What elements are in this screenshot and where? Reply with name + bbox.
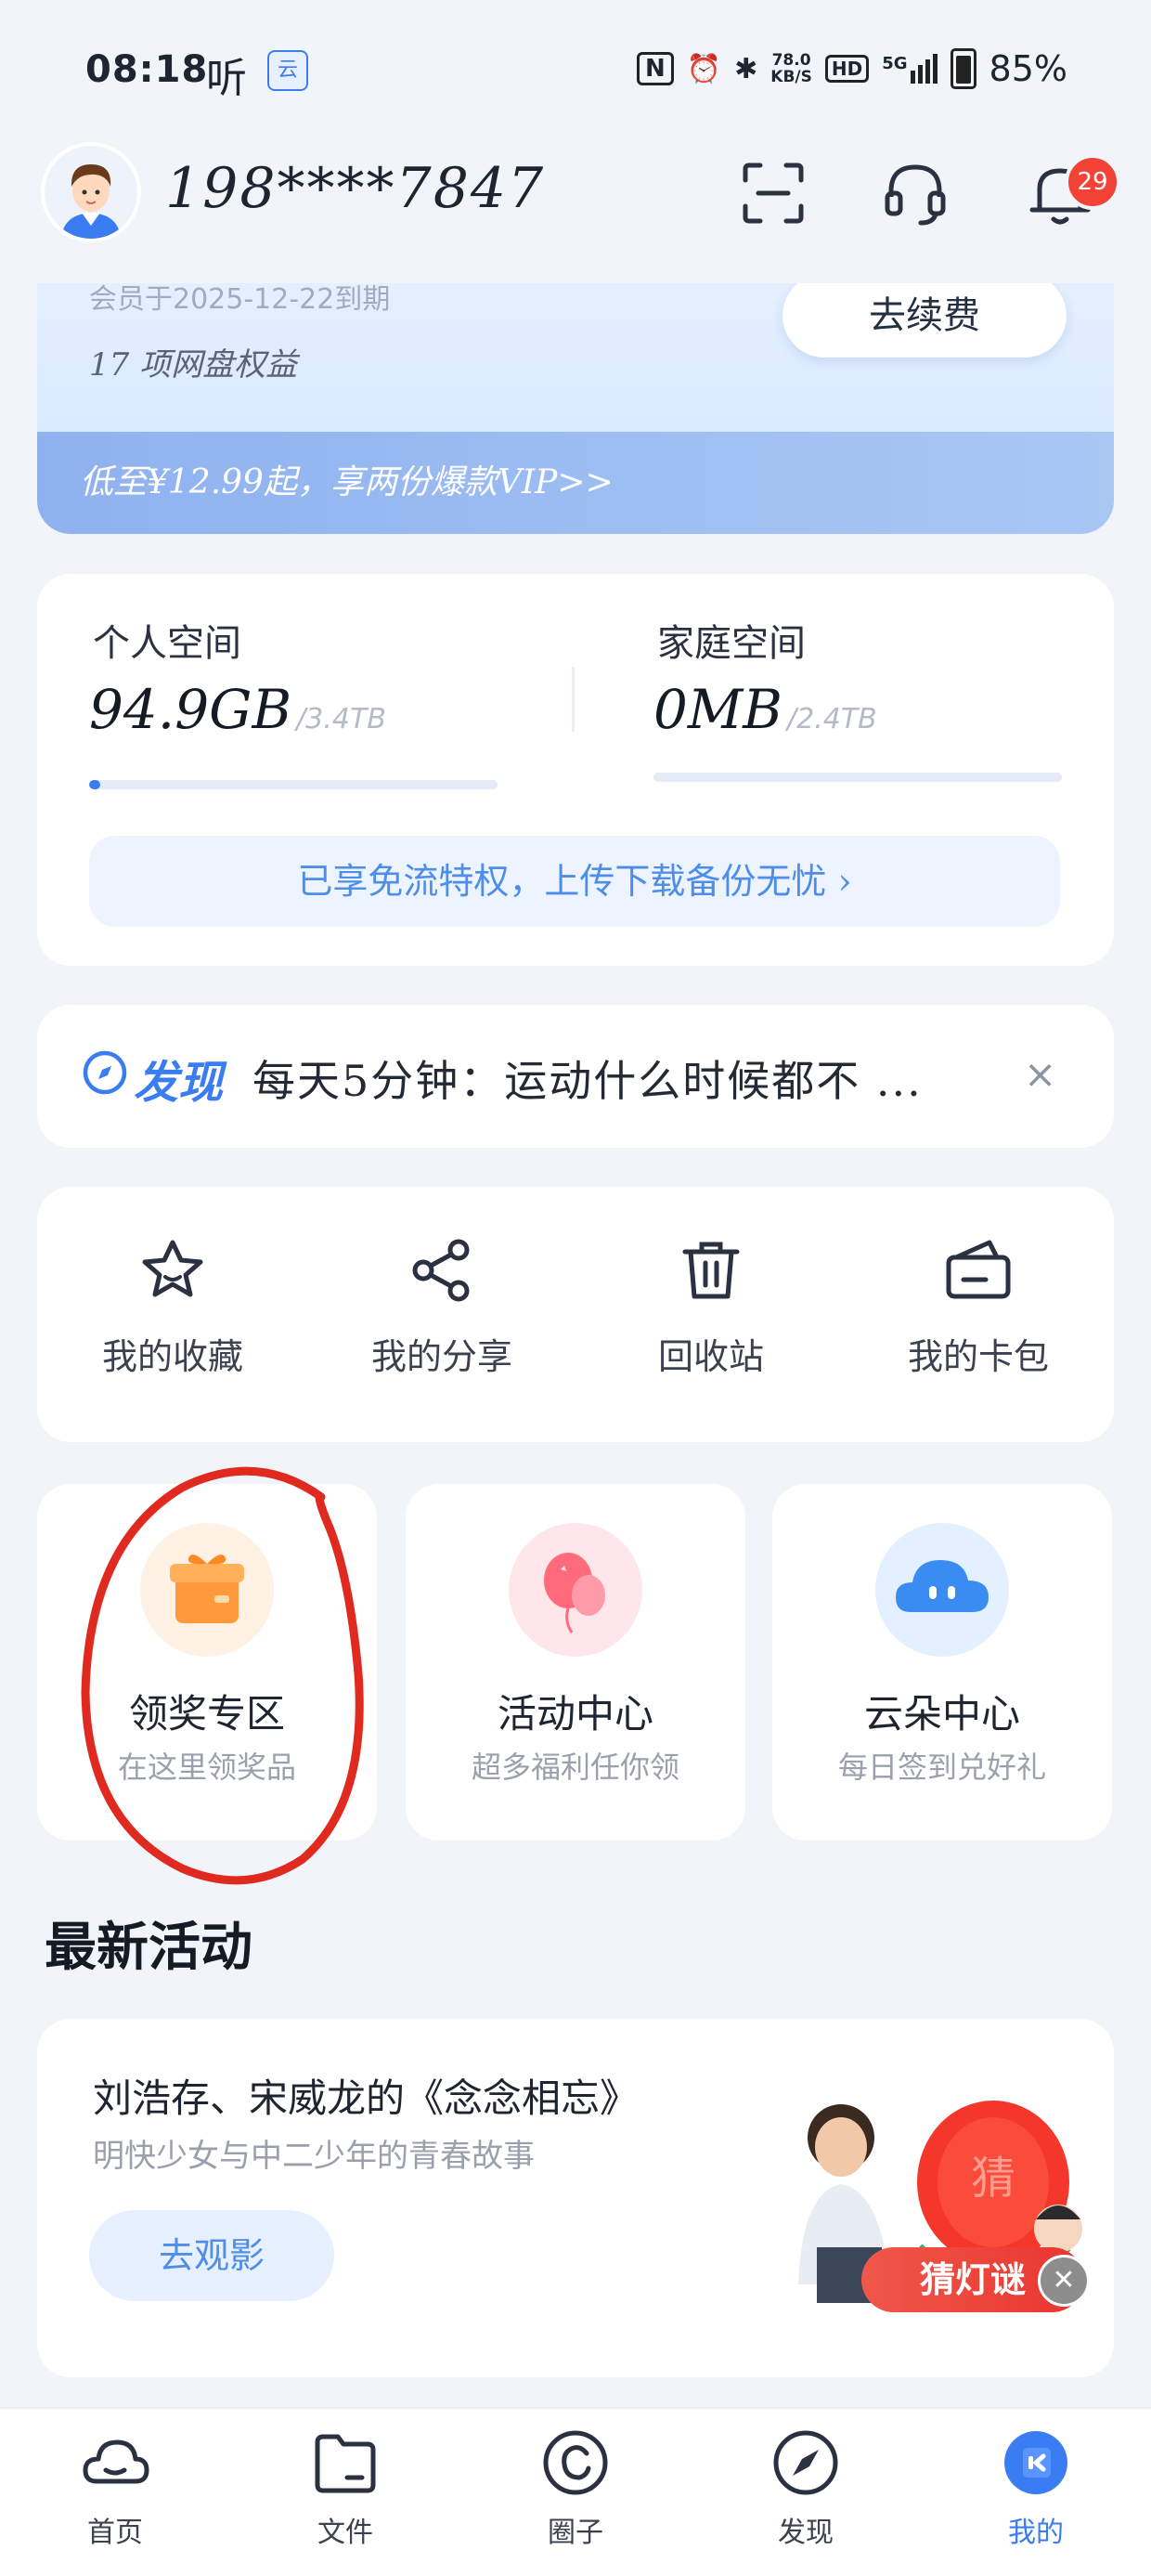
activity-card[interactable]: 刘浩存、宋威龙的《念念相忘》 明快少女与中二少年的青春故事 去观影 猜 (37, 2019, 1114, 2377)
nav-profile[interactable]: 我的 (921, 2426, 1151, 2550)
avatar[interactable] (45, 146, 137, 239)
close-icon[interactable]: ✕ (1038, 2255, 1090, 2307)
privilege-text: 已享免流特权，上传下载备份无忧 (297, 861, 827, 902)
nav-label: 我的 (1008, 2517, 1064, 2549)
vip-expire-text: 会员于2025-12-22到期 (89, 283, 391, 316)
personal-space-progress-fill (89, 780, 101, 789)
discover-label: 发现 (134, 1057, 224, 1109)
compass-icon (83, 1050, 127, 1095)
share-icon (412, 1239, 470, 1302)
tile-title: 云朵中心 (863, 1691, 1020, 1737)
watch-button[interactable]: 去观影 (89, 2210, 334, 2301)
family-space-usage: 0MB /2.4TB (653, 678, 877, 741)
scan-icon[interactable] (736, 156, 810, 230)
nav-files[interactable]: 文件 (230, 2426, 460, 2550)
nav-label: 文件 (317, 2517, 373, 2549)
account-phone[interactable]: 198****7847 (165, 156, 545, 221)
network-type: 5G (882, 54, 908, 73)
tile-activity-center[interactable]: 活动中心 超多福利任你领 (406, 1484, 745, 1841)
signal-icon: 5G (882, 54, 938, 84)
tool-label: 我的卡包 (907, 1336, 1049, 1377)
tool-label: 我的分享 (370, 1336, 512, 1377)
personal-space-title: 个人空间 (93, 622, 241, 665)
trash-icon (682, 1242, 740, 1299)
ting-indicator: 听 (206, 55, 247, 102)
personal-space-used: 94.9GB (89, 678, 292, 741)
headset-icon[interactable] (878, 156, 952, 230)
quick-tools: 我的收藏 我的分享 回收站 我的卡包 (37, 1187, 1114, 1442)
tool-favorites[interactable]: 我的收藏 (61, 1233, 284, 1379)
tool-label: 我的收藏 (101, 1336, 243, 1377)
family-space-used: 0MB (653, 678, 782, 741)
nav-discover[interactable]: 发现 (691, 2426, 921, 2550)
activity-subtitle: 明快少女与中二少年的青春故事 (93, 2138, 535, 2175)
battery-icon (950, 48, 976, 89)
status-time: 08:18 (85, 48, 209, 91)
nav-label: 首页 (87, 2517, 143, 2549)
tile-subtitle: 超多福利任你领 (471, 1750, 679, 1785)
vip-promo-banner[interactable]: 低至¥12.99起，享两份爆款VIP>> (37, 432, 1114, 534)
tile-subtitle: 每日签到兑好礼 (837, 1750, 1046, 1785)
bluetooth-icon: ✱ (734, 52, 758, 85)
status-bar: 08:18 听 云 N ⏰ ✱ 78.0 KB/S HD 5G 85% (0, 0, 1151, 139)
tool-label: 回收站 (657, 1336, 764, 1377)
star-icon (142, 1240, 203, 1297)
storage-divider (572, 667, 575, 732)
network-speed-unit: KB/S (770, 68, 812, 86)
family-space-total: /2.4TB (787, 703, 877, 735)
compass-icon (773, 2430, 838, 2495)
vip-rights-text: 17 项网盘权益 (89, 346, 298, 384)
home-cloud-icon (83, 2439, 149, 2484)
app-notification-icon: 云 (267, 50, 308, 91)
tool-card-wallet[interactable]: 我的卡包 (867, 1233, 1090, 1379)
nfc-icon: N (637, 52, 674, 85)
tool-recycle-bin[interactable]: 回收站 (600, 1233, 822, 1379)
latest-section-title: 最新活动 (45, 1917, 252, 1978)
nav-label: 圈子 (548, 2517, 603, 2549)
folder-icon (315, 2434, 376, 2493)
personal-space-progress (89, 780, 498, 789)
balloon-icon (509, 1523, 642, 1657)
alarm-icon: ⏰ (686, 52, 722, 85)
card-wallet-icon (946, 1240, 1011, 1299)
family-space-progress (653, 773, 1062, 782)
notification-badge: 29 (1065, 154, 1120, 210)
cloud-icon (875, 1523, 1009, 1657)
bottom-navigation: 首页 文件 圈子 发现 我的 (0, 2407, 1151, 2576)
discover-headline[interactable]: 每天5分钟：运动什么时候都不 ... (252, 1047, 923, 1109)
storage-card[interactable]: 个人空间 94.9GB /3.4TB 家庭空间 0MB /2.4TB 已享免流特… (37, 574, 1114, 966)
nav-label: 发现 (778, 2517, 834, 2549)
personal-space-usage: 94.9GB /3.4TB (89, 678, 386, 741)
privilege-banner[interactable]: 已享免流特权，上传下载备份无忧 › (89, 836, 1060, 927)
activity-title: 刘浩存、宋威龙的《念念相忘》 (93, 2075, 640, 2121)
discover-strip[interactable]: 发现 每天5分钟：运动什么时候都不 ... × (37, 1005, 1114, 1148)
personal-space-total: /3.4TB (296, 703, 386, 735)
vip-card[interactable]: 会员于2025-12-22到期 17 项网盘权益 去续费 低至¥12.99起，享… (37, 283, 1114, 534)
nav-circle[interactable]: 圈子 (460, 2426, 691, 2550)
nav-home[interactable]: 首页 (0, 2426, 230, 2550)
family-space-title: 家庭空间 (657, 622, 806, 665)
network-speed: 78.0 KB/S (770, 52, 812, 85)
tile-title: 活动中心 (497, 1691, 653, 1737)
tool-shares[interactable]: 我的分享 (330, 1233, 553, 1379)
annotation-circle (81, 1466, 364, 1885)
battery-percent: 85% (989, 48, 1067, 89)
renew-button[interactable]: 去续费 (782, 283, 1067, 358)
discover-close-button[interactable]: × (1024, 1051, 1056, 1097)
profile-icon (1004, 2431, 1067, 2494)
lantern-char: 猜 (971, 2153, 1015, 2205)
tile-cloud-center[interactable]: 云朵中心 每日签到兑好礼 (772, 1484, 1112, 1841)
network-speed-value: 78.0 (771, 51, 811, 70)
chevron-right-icon: › (837, 861, 852, 902)
status-icons: N ⏰ ✱ 78.0 KB/S HD 5G 85% (637, 46, 1067, 91)
circle-c-icon (543, 2430, 608, 2495)
avatar-illustration (45, 146, 137, 239)
hd-icon: HD (824, 55, 870, 83)
